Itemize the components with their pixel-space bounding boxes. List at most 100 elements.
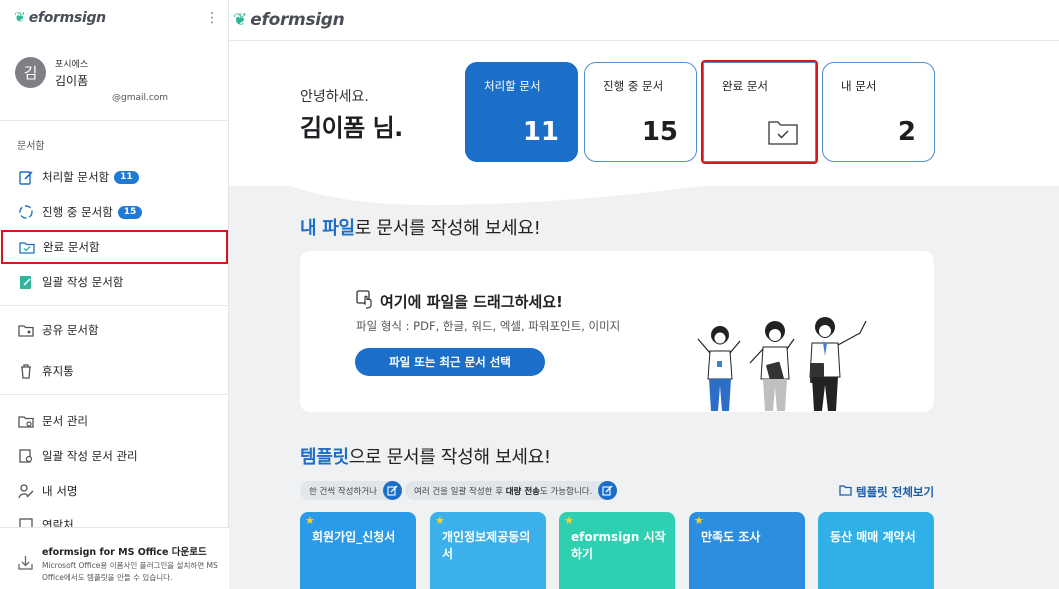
template-card[interactable]: ★ 만족도 조사 [689, 512, 805, 589]
sidebar-item-signature[interactable]: 내 서명 [0, 474, 229, 508]
single-write-hint: 한 건씩 작성하거나 [300, 481, 402, 500]
pill-text-bold: 대량 전송 [505, 486, 540, 497]
sidebar-item-label: 휴지통 [42, 364, 74, 378]
edit-doc-icon [17, 169, 34, 186]
template-name: 개인정보제공동의서 [442, 530, 531, 561]
people-illustration [697, 317, 867, 411]
sidebar-item-contacts[interactable]: 연락처 [0, 509, 229, 529]
upload-section-title: 내 파일로 문서를 작성해 보세요! [300, 214, 541, 240]
star-icon[interactable]: ★ [435, 514, 445, 527]
avatar-initial: 김 [23, 64, 38, 82]
pill-text-pre: 여러 건을 일괄 작성한 후 [414, 486, 504, 497]
title-rest: 으로 문서를 작성해 보세요! [348, 447, 551, 468]
stat-card-value: 2 [897, 117, 916, 147]
header-logo[interactable]: ❦ eformsign [233, 10, 345, 30]
drop-title: 여기에 파일을 드래그하세요! [356, 289, 563, 313]
stat-card-value: 15 [641, 117, 678, 147]
template-card[interactable]: ★ 개인정보제공동의서 [430, 512, 546, 589]
select-file-button[interactable]: 파일 또는 최근 문서 선택 [355, 348, 545, 376]
sidebar-item-bulk-manage[interactable]: 일괄 작성 문서 관리 [0, 439, 229, 473]
sidebar-item-label: 진행 중 문서함 [42, 205, 113, 219]
sidebar: ❦ eformsign ⋮ 김 포시에스 김이폼 @gmail.com 문서함 … [0, 0, 229, 589]
sidebar-item-in-progress[interactable]: 진행 중 문서함 15 [0, 195, 229, 229]
template-card[interactable]: ★ 회원가입_신청서 [300, 512, 416, 589]
stat-card-in-progress[interactable]: 진행 중 문서 15 [584, 62, 697, 162]
count-badge: 11 [114, 170, 139, 184]
sidebar-item-to-process[interactable]: 처리할 문서함 11 [0, 160, 229, 194]
progress-cycle-icon [17, 204, 34, 221]
user-name: 김이폼 [55, 74, 89, 88]
title-rest: 로 문서를 작성해 보세요! [354, 218, 541, 239]
section-label-docbox: 문서함 [17, 141, 45, 152]
bulk-write-hint: 여러 건을 일괄 작성한 후 대량 전송도 가능합니다. [405, 481, 618, 500]
download-title: eformsign for MS Office 다운로드 [42, 547, 207, 558]
sidebar-item-shared[interactable]: 공유 문서함 [0, 313, 229, 347]
user-email: @gmail.com [112, 93, 169, 103]
trash-icon [17, 363, 34, 380]
stat-card-to-process[interactable]: 처리할 문서 11 [465, 62, 578, 162]
template-card[interactable]: 동산 매매 계약서 [818, 512, 934, 589]
stat-card-label: 내 문서 [841, 79, 877, 93]
doc-manage-icon [17, 413, 34, 430]
template-section-title: 템플릿으로 문서를 작성해 보세요! [300, 443, 551, 469]
sidebar-item-label: 일괄 작성 문서 관리 [42, 449, 138, 463]
sidebar-item-bulk-docs[interactable]: 일괄 작성 문서함 [0, 265, 229, 299]
sidebar-item-doc-manage[interactable]: 문서 관리 [0, 404, 229, 438]
divider [0, 120, 229, 121]
view-all-templates-link[interactable]: 템플릿 전체보기 [839, 484, 934, 500]
share-folder-icon [17, 322, 34, 339]
sidebar-item-label: 공유 문서함 [42, 323, 99, 337]
greeting: 안녕하세요. [300, 89, 369, 105]
sidebar-item-trash[interactable]: 휴지통 [0, 354, 229, 388]
download-description: Microsoft Office용 이폼사인 플러그인을 설치하면 MS Off… [42, 561, 218, 582]
stat-card-value: 11 [522, 117, 559, 147]
star-icon[interactable]: ★ [694, 514, 704, 527]
edit-icon [382, 481, 402, 500]
download-icon [17, 554, 34, 575]
brand-name: eformsign [250, 10, 345, 30]
sidebar-item-label: 일괄 작성 문서함 [42, 275, 124, 289]
sidebar-item-label: 처리할 문서함 [42, 170, 110, 184]
eformsign-leaf-icon: ❦ [233, 10, 248, 30]
stat-card-completed[interactable]: 완료 문서 [701, 60, 818, 164]
template-name: 회원가입_신청서 [312, 530, 396, 544]
stat-card-label: 처리할 문서 [484, 79, 541, 93]
star-icon[interactable]: ★ [305, 514, 315, 527]
greeting-username: 김이폼 님. [300, 114, 403, 142]
drop-title-text: 여기에 파일을 드래그하세요! [380, 292, 563, 311]
more-vertical-icon[interactable]: ⋮ [205, 8, 219, 28]
bulk-edit-icon [598, 481, 618, 500]
count-badge: 15 [117, 205, 143, 219]
done-folder-icon [18, 239, 35, 256]
sidebar-item-label: 내 서명 [42, 484, 78, 498]
divider [0, 394, 229, 395]
pill-text: 여러 건을 일괄 작성한 후 대량 전송도 가능합니다. [414, 485, 592, 497]
title-highlight: 내 파일 [300, 218, 355, 239]
template-name: 만족도 조사 [701, 530, 761, 544]
template-name: 동산 매매 계약서 [830, 530, 916, 544]
stat-card-label: 완료 문서 [722, 79, 768, 93]
bulk-doc-icon [17, 274, 34, 291]
star-icon[interactable]: ★ [564, 514, 574, 527]
file-drop-zone[interactable]: 여기에 파일을 드래그하세요! 파일 형식 : PDF, 한글, 워드, 엑셀,… [300, 251, 934, 412]
drag-hand-icon [356, 289, 376, 313]
template-name: eformsign 시작하기 [571, 530, 666, 561]
top-bar: ❦ eformsign [229, 0, 1059, 41]
stat-card-my-docs[interactable]: 내 문서 2 [822, 62, 935, 162]
divider [0, 305, 229, 306]
avatar[interactable]: 김 [15, 57, 46, 88]
signature-icon [17, 483, 34, 500]
bulk-manage-icon [17, 448, 34, 465]
template-card[interactable]: ★ eformsign 시작하기 [559, 512, 675, 589]
sidebar-logo[interactable]: ❦ eformsign [14, 10, 106, 26]
done-folder-icon [768, 119, 798, 149]
sidebar-item-completed[interactable]: 완료 문서함 [1, 230, 228, 264]
sidebar-item-label: 완료 문서함 [43, 240, 100, 254]
folder-icon [839, 485, 852, 499]
title-highlight: 템플릿 [300, 447, 349, 468]
pill-text-post: 도 가능합니다. [539, 486, 593, 497]
office-download-panel[interactable]: eformsign for MS Office 다운로드 Microsoft O… [0, 527, 229, 589]
view-all-label: 템플릿 전체보기 [856, 485, 935, 499]
pill-text: 한 건씩 작성하거나 [309, 486, 377, 497]
brand-name: eformsign [28, 10, 106, 26]
